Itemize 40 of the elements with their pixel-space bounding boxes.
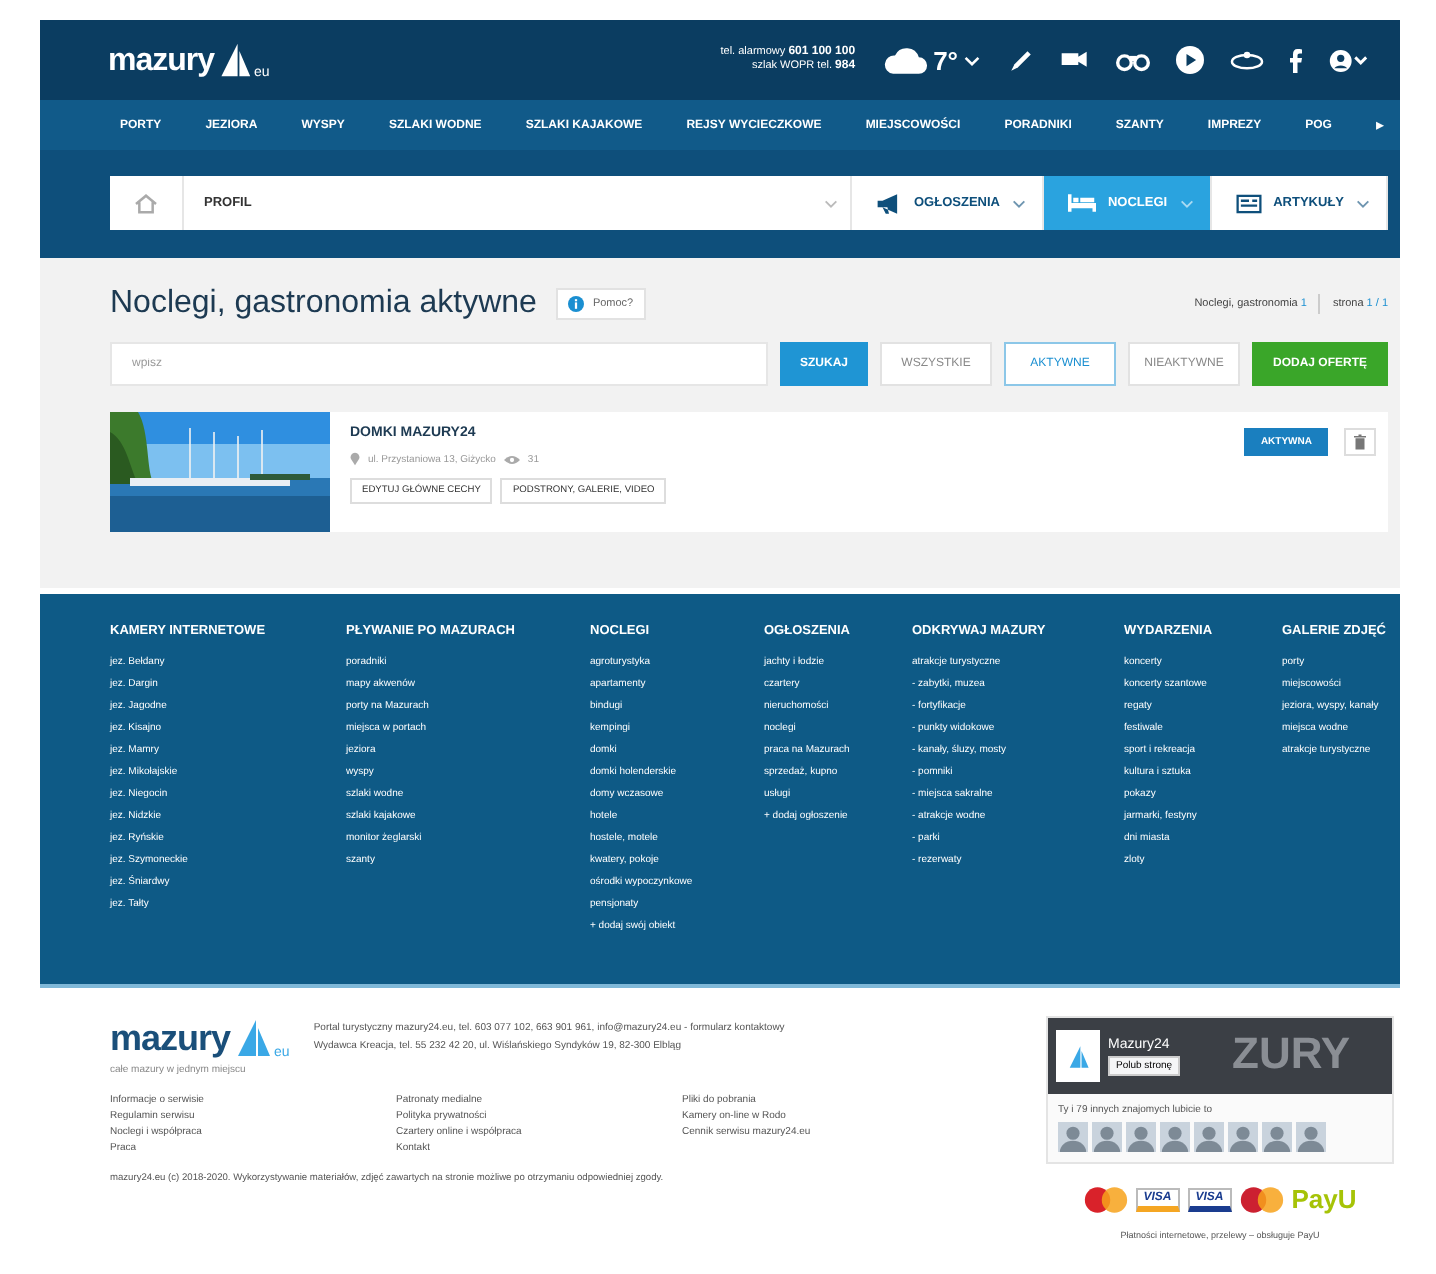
avatar xyxy=(1126,1122,1156,1152)
avatar xyxy=(1296,1122,1326,1152)
pencil-icon[interactable] xyxy=(1008,47,1034,73)
user-menu-icon[interactable] xyxy=(1328,47,1368,73)
play-icon[interactable] xyxy=(1176,46,1204,74)
newspaper-icon xyxy=(1235,193,1262,213)
panorama-icon[interactable] xyxy=(1230,50,1264,70)
avatar xyxy=(1228,1122,1258,1152)
temperature: 7° xyxy=(933,45,958,75)
map-pin-icon xyxy=(350,452,360,466)
avatar xyxy=(1058,1122,1088,1152)
cloud-icon xyxy=(883,47,928,73)
avatar xyxy=(1262,1122,1292,1152)
avatar xyxy=(1194,1122,1224,1152)
chevron-down-icon xyxy=(824,199,838,207)
nav-next-button[interactable]: ▸ xyxy=(1376,116,1384,134)
delete-button[interactable] xyxy=(1344,428,1376,456)
eye-icon xyxy=(503,453,520,465)
avatar xyxy=(1160,1122,1190,1152)
info-icon xyxy=(568,296,585,312)
chevron-down-icon xyxy=(964,55,980,65)
page-title: Noclegi, gastronomia aktywne xyxy=(110,286,537,322)
trash-icon xyxy=(1354,434,1366,450)
sail-icon xyxy=(1066,1043,1090,1069)
bed-icon xyxy=(1067,194,1096,212)
facebook-icon[interactable] xyxy=(1290,47,1302,73)
chevron-down-icon xyxy=(1356,199,1370,207)
avatar xyxy=(1092,1122,1122,1152)
chevron-down-icon xyxy=(1179,199,1194,207)
camera-icon[interactable] xyxy=(1060,48,1090,72)
banner-text: ZURY xyxy=(1232,1028,1351,1080)
logo-text: mazury xyxy=(108,44,215,80)
binoculars-icon[interactable] xyxy=(1116,49,1150,71)
weather-widget[interactable]: 7° xyxy=(883,45,980,75)
sail-icon xyxy=(216,40,253,80)
payu-logo: PayU xyxy=(1291,1184,1357,1214)
chevron-down-icon xyxy=(1011,199,1026,207)
megaphone-icon xyxy=(876,193,902,213)
sail-icon xyxy=(232,1016,273,1060)
logo-text: mazury xyxy=(110,1018,231,1060)
